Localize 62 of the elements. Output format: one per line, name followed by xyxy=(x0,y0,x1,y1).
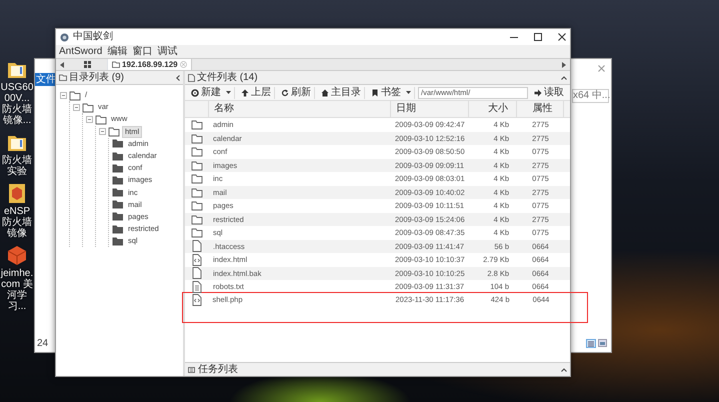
toolbar-button[interactable]: 上层 xyxy=(238,86,275,98)
panel-title: 文件列表 (14) xyxy=(197,72,258,84)
scroll-left-icon[interactable] xyxy=(60,62,64,68)
folder-icon xyxy=(191,132,203,144)
code-file-icon xyxy=(191,254,203,266)
gear-icon xyxy=(191,88,199,96)
thumbnail-view-icon[interactable] xyxy=(598,339,607,347)
status-text: 24 xyxy=(37,337,48,351)
file-icon xyxy=(191,267,203,280)
package-icon xyxy=(6,182,28,204)
folder-icon xyxy=(59,74,67,81)
menu-item[interactable]: AntSword xyxy=(59,45,102,58)
collapse-toggle-icon[interactable] xyxy=(99,128,106,136)
folder-icon xyxy=(191,160,203,171)
text-file-icon xyxy=(191,280,203,293)
details-view-icon[interactable] xyxy=(586,339,596,348)
desktop-icon-label[interactable]: USG6000V... 防火墙镜像... xyxy=(0,82,34,126)
toolbar-button[interactable]: 刷新 xyxy=(278,86,315,98)
collapse-toggle-icon[interactable] xyxy=(73,104,80,111)
home-icon xyxy=(321,88,329,96)
toolbar-button[interactable]: 书签 xyxy=(368,86,415,98)
box-icon xyxy=(6,244,28,266)
folder-icon xyxy=(191,186,203,198)
window-title: 中国蚁剑 xyxy=(73,31,113,43)
column-header[interactable]: 大小 xyxy=(469,101,517,117)
panel-title: 目录列表 (9) xyxy=(69,72,124,84)
menu-item[interactable]: 调试 xyxy=(157,45,178,58)
desktop-icon-label[interactable]: 防火墙实验 xyxy=(0,155,34,177)
refresh-icon xyxy=(281,88,289,96)
desktop-icon-label[interactable]: eNSP 防火墙镜像 xyxy=(0,206,34,239)
expand-icon[interactable] xyxy=(561,368,567,372)
menu-tab[interactable]: 文件 xyxy=(35,73,56,86)
bookmark-icon xyxy=(371,88,379,96)
search-field[interactable]: x64 中... xyxy=(572,89,609,103)
maximize-icon[interactable] xyxy=(534,33,542,41)
panel-title: 任务列表 xyxy=(198,364,238,376)
column-header[interactable]: 日期 xyxy=(391,101,469,117)
desktop-icon-label[interactable]: jeimhe.com 美河学习... xyxy=(0,268,34,312)
arrow-right-icon xyxy=(534,88,542,96)
collapse-toggle-icon[interactable] xyxy=(86,116,93,123)
file-icon xyxy=(188,74,195,82)
close-icon[interactable] xyxy=(558,33,566,41)
folder-icon xyxy=(191,214,203,225)
connection-tab[interactable]: 192.168.99.129 xyxy=(108,59,192,70)
menu-item[interactable]: 窗口 xyxy=(132,45,152,58)
folder-icon xyxy=(112,61,120,68)
toolbar-button[interactable]: 主目录 xyxy=(318,86,365,98)
menu-item[interactable]: 编辑 xyxy=(107,45,128,58)
collapse-toggle-icon[interactable] xyxy=(60,92,67,99)
column-header[interactable]: 名称 xyxy=(209,101,391,117)
read-button[interactable]: 读取 xyxy=(531,86,567,98)
grid-icon[interactable] xyxy=(84,61,91,68)
app-logo-icon xyxy=(60,32,69,42)
arrow-up-icon xyxy=(241,88,249,96)
list-icon xyxy=(188,366,195,372)
column-header[interactable]: 属性 xyxy=(517,101,564,117)
scroll-right-icon[interactable] xyxy=(562,62,566,68)
collapse-icon[interactable] xyxy=(561,76,567,80)
collapse-icon[interactable] xyxy=(176,74,180,80)
code-file-icon xyxy=(190,294,202,306)
file-icon xyxy=(191,240,203,252)
toolbar-button[interactable]: 新建 xyxy=(188,86,235,98)
